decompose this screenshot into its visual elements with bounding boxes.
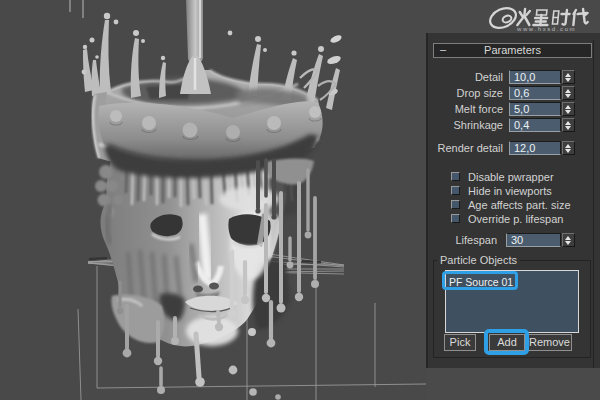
svg-text:www.hxsd.com: www.hxsd.com [516, 26, 576, 32]
